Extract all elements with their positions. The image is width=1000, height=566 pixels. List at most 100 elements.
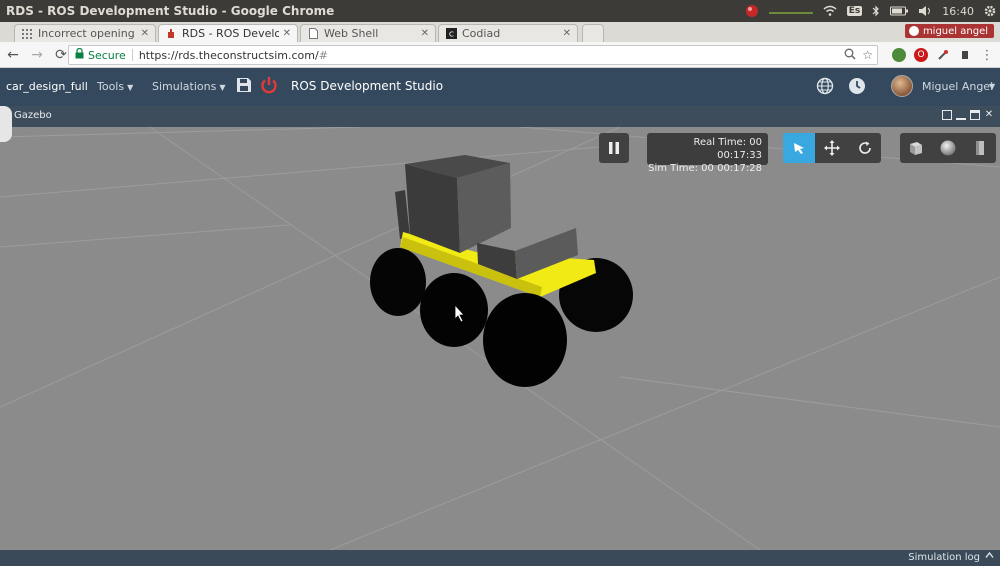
svg-text:C: C xyxy=(449,31,454,39)
window-title: RDS - ROS Development Studio - Google Ch… xyxy=(6,4,335,18)
tools-menu[interactable]: Tools ▼ xyxy=(97,80,133,93)
browser-toolbar: ← → ⟳ Secure https://rds.theconstructsim… xyxy=(0,42,1000,68)
simulation-log-label[interactable]: Simulation log xyxy=(908,552,980,563)
tab-rds[interactable]: RDS - ROS Develop ✕ xyxy=(158,24,298,42)
profile-chip[interactable]: miguel angel xyxy=(904,24,994,38)
sim-time-value: 00 00:17:28 xyxy=(701,163,762,174)
project-name[interactable]: car_design_full xyxy=(6,80,88,93)
sim-time-row: Sim Time: 00 00:17:28 xyxy=(647,162,762,175)
move-arrows-icon xyxy=(823,140,840,156)
keyboard-layout-badge[interactable]: Es xyxy=(846,6,863,16)
side-panel-handle[interactable] xyxy=(0,106,12,142)
eyedropper-icon[interactable] xyxy=(936,48,950,62)
simulations-menu-label: Simulations xyxy=(152,80,217,93)
evernote-icon[interactable] xyxy=(958,48,972,62)
forward-button[interactable]: → xyxy=(26,44,48,66)
record-icon[interactable] xyxy=(745,4,759,18)
zoom-icon[interactable] xyxy=(844,48,856,63)
address-bar[interactable]: Secure https://rds.theconstructsim.com/ … xyxy=(68,45,878,65)
rotate-tool-button[interactable] xyxy=(848,133,881,163)
cylinder-shape-icon xyxy=(976,141,984,155)
sim-time-label: Sim Time: xyxy=(648,163,698,174)
rds-navbar: car_design_full Tools ▼ Simulations ▼ ROS … xyxy=(0,68,1000,106)
pause-button[interactable] xyxy=(599,133,629,163)
grid-app-icon xyxy=(21,28,33,40)
panel-title: Gazebo xyxy=(14,110,52,121)
real-time-label: Real Time: xyxy=(693,137,747,148)
caret-down-icon[interactable]: ▼ xyxy=(989,82,995,91)
settings-gear-icon[interactable] xyxy=(984,5,996,17)
bluetooth-icon[interactable] xyxy=(872,5,880,17)
chevron-up-icon[interactable] xyxy=(985,551,994,562)
gazebo-panel-header: Gazebo ✕ xyxy=(0,106,1000,127)
wifi-icon[interactable] xyxy=(823,5,837,17)
minimize-icon[interactable] xyxy=(956,110,966,120)
simulations-menu[interactable]: Simulations ▼ xyxy=(152,80,225,93)
close-icon[interactable]: ✕ xyxy=(421,28,429,39)
status-indicator-icon xyxy=(768,7,813,15)
globe-icon[interactable] xyxy=(816,77,834,95)
save-icon[interactable] xyxy=(236,77,252,93)
bookmark-star-icon[interactable]: ☆ xyxy=(862,48,873,62)
translate-tool-button[interactable] xyxy=(815,133,848,163)
user-name[interactable]: Miguel Angel xyxy=(922,80,993,93)
new-tab-button[interactable] xyxy=(582,24,604,42)
secure-label: Secure xyxy=(88,48,126,62)
pointer-icon xyxy=(794,143,804,154)
clock-text[interactable]: 16:40 xyxy=(942,5,974,18)
gazebo-viewport[interactable]: Real Time: 00 00:17:33 Sim Time: 00 00:1… xyxy=(0,127,1000,550)
clock-icon[interactable] xyxy=(848,77,866,95)
tab-label: Incorrect opening xyxy=(38,27,135,40)
tab-label: Codiad xyxy=(462,27,501,40)
tab-codiad[interactable]: C Codiad ✕ xyxy=(438,24,578,42)
page-icon xyxy=(307,28,319,40)
insert-box-button[interactable] xyxy=(900,133,932,163)
time-display: Real Time: 00 00:17:33 Sim Time: 00 00:1… xyxy=(647,133,768,174)
rotate-icon xyxy=(858,141,871,154)
insert-cylinder-button[interactable] xyxy=(964,133,996,163)
app-title: ROS Development Studio xyxy=(291,79,444,93)
lock-icon xyxy=(75,47,84,62)
simulation-log-bar[interactable]: Simulation log xyxy=(0,550,1000,566)
tab-incorrect-opening[interactable]: Incorrect opening ✕ xyxy=(14,24,156,42)
opera-icon[interactable]: O xyxy=(914,48,928,62)
tab-web-shell[interactable]: Web Shell ✕ xyxy=(300,24,436,42)
close-icon[interactable]: ✕ xyxy=(563,28,571,39)
panel-window-controls: ✕ xyxy=(942,110,994,120)
battery-icon[interactable] xyxy=(890,6,909,16)
close-icon[interactable]: ✕ xyxy=(984,110,994,120)
browser-tab-strip: Incorrect opening ✕ RDS - ROS Develop ✕ … xyxy=(0,22,1000,42)
profile-avatar-icon xyxy=(908,26,919,36)
restore-icon[interactable] xyxy=(942,110,952,120)
box-shape-icon xyxy=(910,142,922,155)
sphere-shape-icon xyxy=(940,140,956,156)
scene-render xyxy=(0,127,1000,550)
avatar[interactable] xyxy=(891,75,913,97)
ros-robot-icon xyxy=(165,28,177,40)
back-button[interactable]: ← xyxy=(2,44,24,66)
os-top-bar: RDS - ROS Development Studio - Google Ch… xyxy=(0,0,1000,22)
separator xyxy=(131,49,133,61)
tab-label: RDS - ROS Develop xyxy=(182,27,279,40)
real-time-row: Real Time: 00 00:17:33 xyxy=(647,136,763,162)
insert-sphere-button[interactable] xyxy=(932,133,964,163)
pause-icon xyxy=(609,142,619,154)
omnibox-actions: ☆ xyxy=(844,46,873,64)
robot-model[interactable] xyxy=(370,155,633,387)
codiad-icon: C xyxy=(445,28,457,40)
tab-label: Web Shell xyxy=(324,27,379,40)
caret-down-icon: ▼ xyxy=(219,83,226,92)
maximize-icon[interactable] xyxy=(970,110,980,120)
extension-green-icon[interactable] xyxy=(892,48,906,62)
power-icon[interactable] xyxy=(260,76,278,94)
close-icon[interactable]: ✕ xyxy=(141,28,149,39)
close-icon[interactable]: ✕ xyxy=(283,28,291,39)
os-indicators: Es 16:40 xyxy=(745,0,996,22)
extensions: O ⋮ xyxy=(892,45,994,65)
menu-kebab-icon[interactable]: ⋮ xyxy=(980,48,994,63)
tools-menu-label: Tools xyxy=(97,80,125,93)
profile-name: miguel angel xyxy=(922,25,988,37)
select-tool-button[interactable] xyxy=(783,133,815,163)
caret-down-icon: ▼ xyxy=(127,83,134,92)
volume-icon[interactable] xyxy=(918,5,932,17)
